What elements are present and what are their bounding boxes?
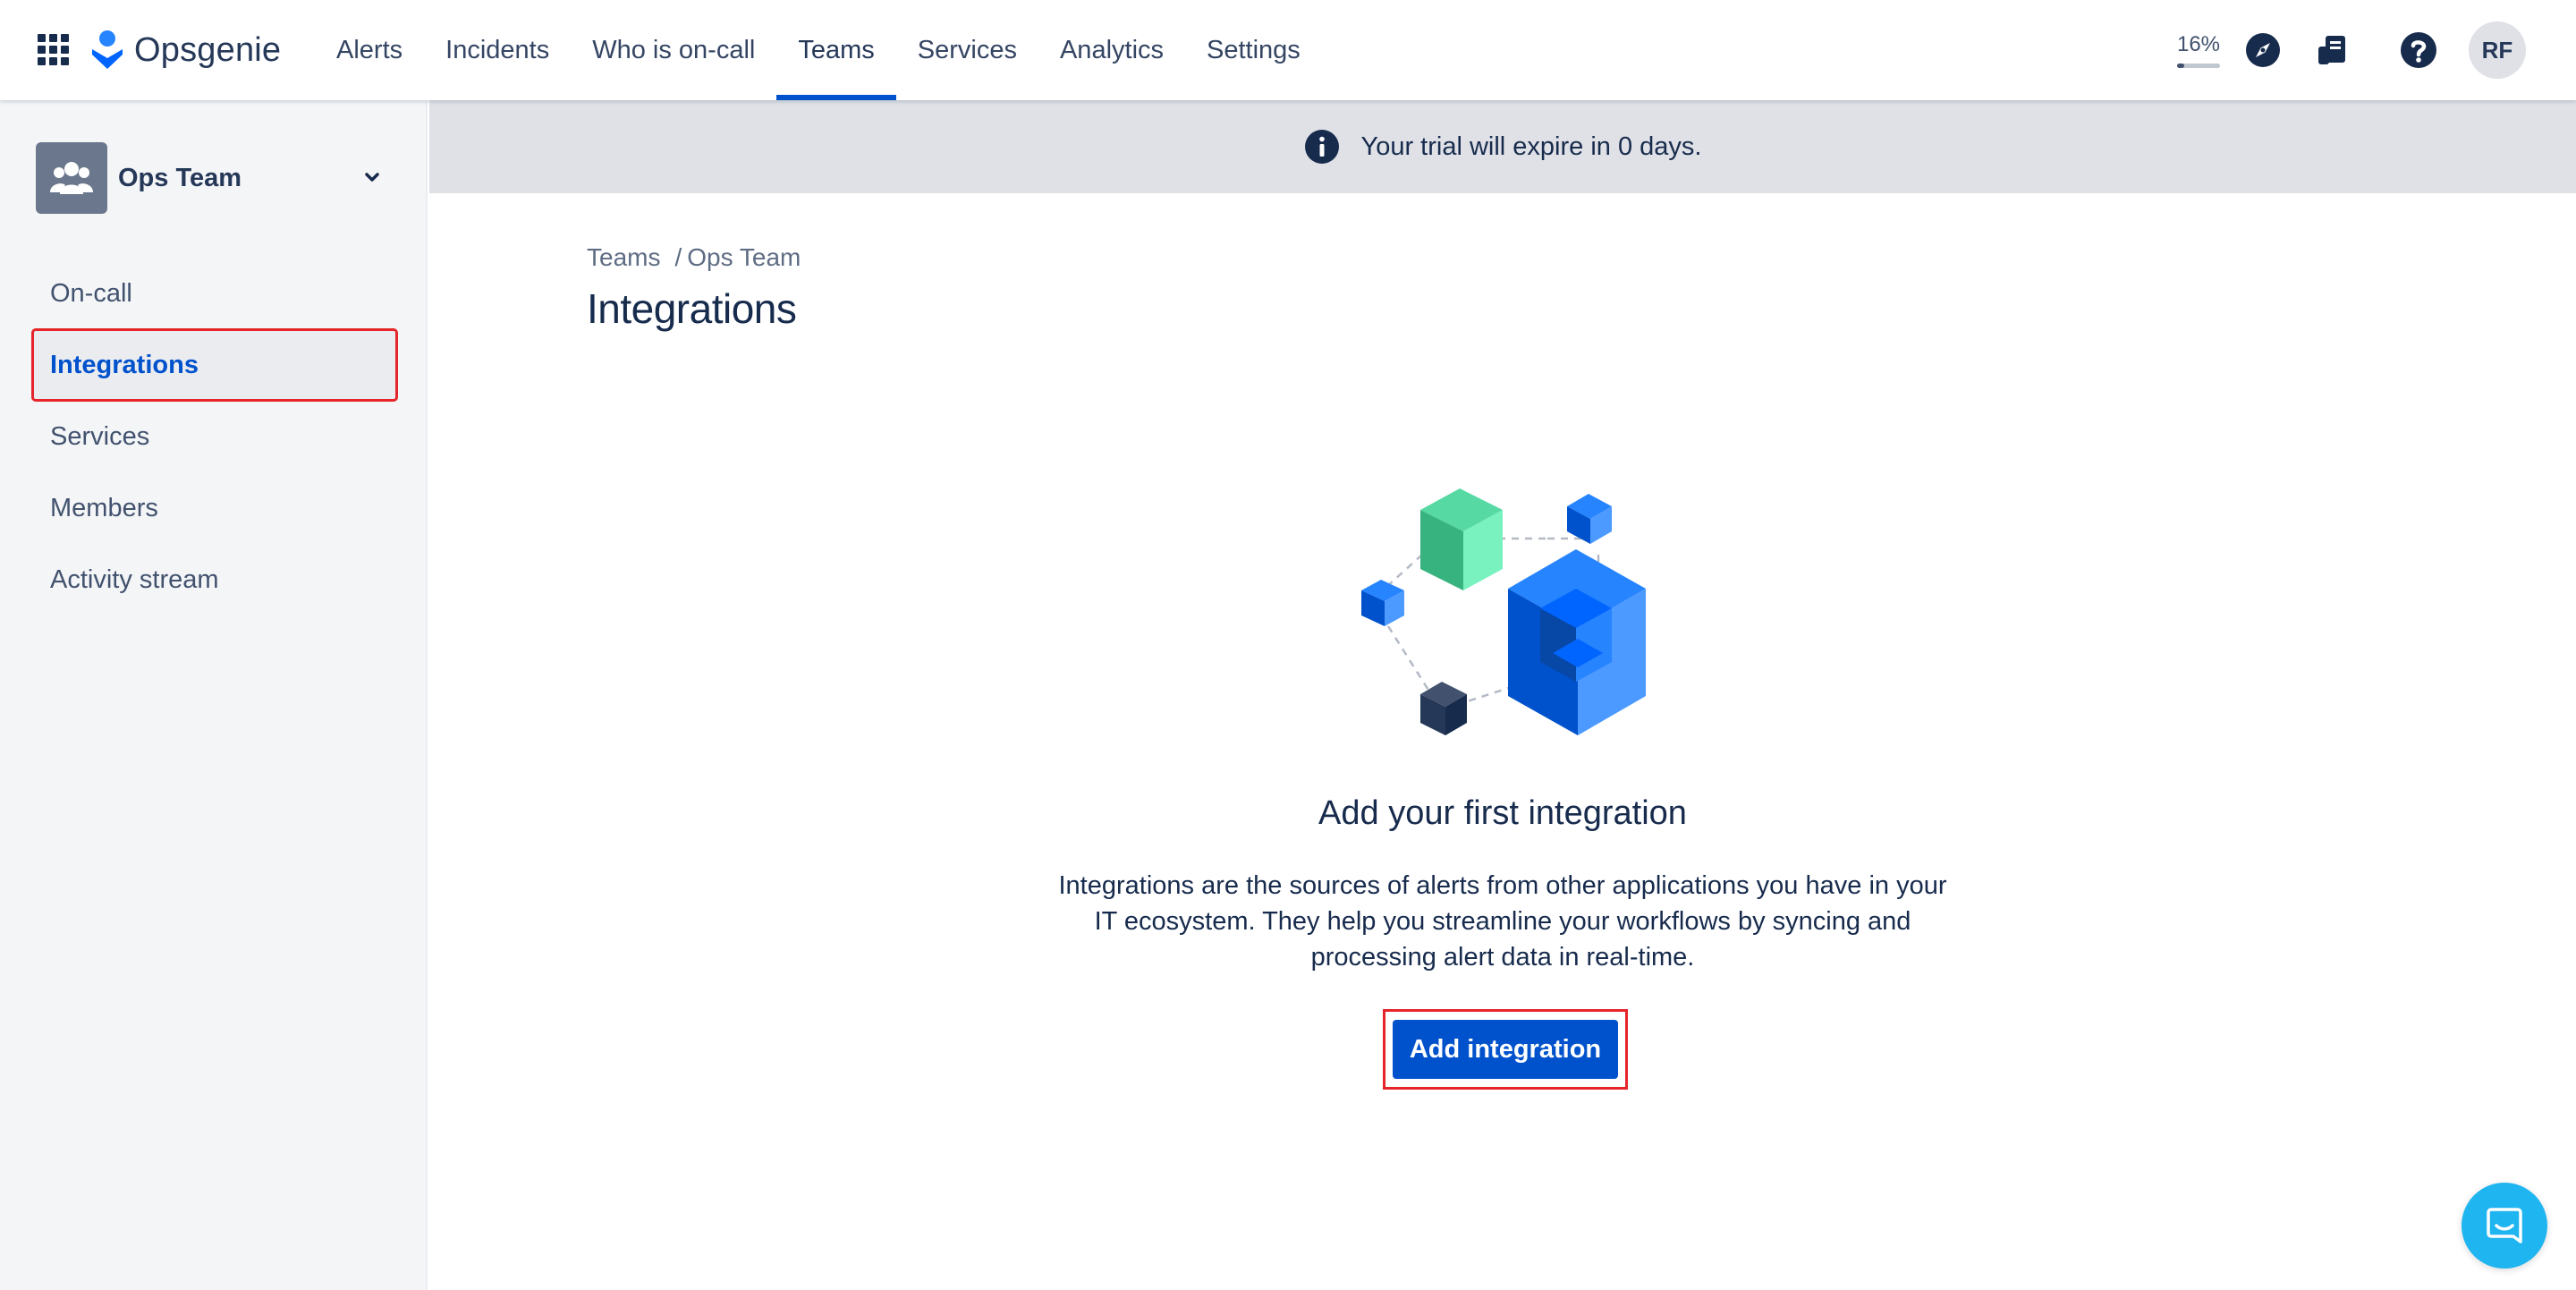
breadcrumb-ops-team[interactable]: Ops Team: [687, 243, 801, 272]
nav-services[interactable]: Services: [896, 0, 1038, 100]
trial-banner: Your trial will expire in 0 days.: [429, 100, 2576, 193]
compass-icon[interactable]: [2243, 30, 2283, 70]
grid-icon[interactable]: [38, 34, 70, 66]
top-navigation-bar: Opsgenie Alerts Incidents Who is on-call…: [0, 0, 2576, 100]
page-title: Integrations: [587, 285, 797, 332]
add-integration-highlight: Add integration: [1383, 1009, 1628, 1090]
add-integration-button[interactable]: Add integration: [1393, 1020, 1618, 1079]
sidebar-item-activity-stream[interactable]: Activity stream: [32, 544, 397, 615]
team-switcher[interactable]: Ops Team: [36, 141, 394, 215]
trial-progress-indicator[interactable]: 16%: [2175, 32, 2222, 68]
integrations-illustration: [1361, 488, 1646, 735]
opsgenie-logo-icon: [92, 30, 123, 69]
nav-teams[interactable]: Teams: [776, 0, 897, 100]
nav-analytics[interactable]: Analytics: [1038, 0, 1185, 100]
trial-message: Your trial will expire in 0 days.: [1360, 132, 1702, 161]
team-avatar: [36, 142, 107, 214]
logo-text: Opsgenie: [134, 30, 282, 69]
breadcrumb-separator: /: [674, 243, 682, 271]
chevron-down-icon: [365, 173, 379, 182]
chat-icon: [2487, 1208, 2522, 1243]
sidebar-item-on-call[interactable]: On-call: [32, 258, 397, 329]
sidebar-item-members[interactable]: Members: [32, 472, 397, 544]
sidebar-item-services[interactable]: Services: [32, 401, 397, 472]
breadcrumb-teams[interactable]: Teams: [587, 243, 660, 272]
people-icon: [50, 162, 93, 194]
nav-settings[interactable]: Settings: [1185, 0, 1322, 100]
sidebar-item-integrations[interactable]: Integrations: [31, 328, 398, 402]
chat-widget-button[interactable]: [2462, 1183, 2547, 1269]
team-name: Ops Team: [118, 163, 242, 192]
trial-progress-label: 16%: [2176, 32, 2221, 56]
team-sidebar: Ops Team On-call Integrations Services M…: [0, 100, 428, 1290]
nav-alerts[interactable]: Alerts: [315, 0, 424, 100]
info-icon: [1304, 130, 1339, 164]
trial-progress-fill: [2177, 64, 2184, 68]
help-icon[interactable]: [2399, 30, 2438, 70]
green-cube: [1420, 488, 1503, 590]
nav-who-is-on-call[interactable]: Who is on-call: [571, 0, 776, 100]
opsgenie-logo[interactable]: Opsgenie: [89, 27, 281, 73]
user-avatar[interactable]: RF: [2469, 21, 2526, 79]
team-menu: On-call Integrations Services Members Ac…: [31, 258, 398, 615]
trial-progress-track: [2177, 64, 2220, 68]
nav-incidents[interactable]: Incidents: [424, 0, 571, 100]
feedback-icon[interactable]: [2313, 30, 2352, 70]
empty-state-description: Integrations are the sources of alerts f…: [1058, 871, 1947, 972]
main-nav: Alerts Incidents Who is on-call Teams Se…: [315, 0, 1322, 100]
breadcrumb: Teams / Ops Team: [587, 243, 801, 272]
empty-state-title: Add your first integration: [1318, 794, 1687, 832]
